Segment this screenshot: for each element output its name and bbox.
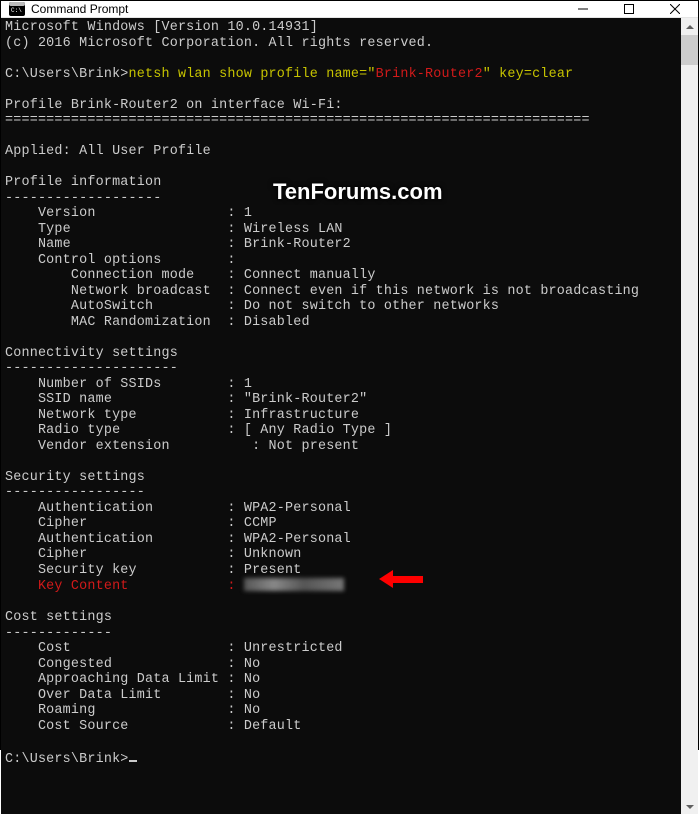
row-appr: Approaching Data Limit : No	[5, 672, 260, 687]
watermark-text: TenForums.com	[273, 184, 443, 200]
row-auth1: Authentication : WPA2-Personal	[5, 501, 351, 516]
command-prompt-window: C:\ Command Prompt Microsoft Windows [Ve…	[1, 1, 698, 749]
titlebar[interactable]: C:\ Command Prompt	[1, 1, 698, 18]
row-name: Name : Brink-Router2	[5, 237, 351, 252]
vertical-scrollbar[interactable]	[681, 18, 698, 814]
section-title-cost: Cost settings	[5, 610, 112, 625]
command-text-2: " key=clear	[483, 67, 574, 82]
terminal-output[interactable]: Microsoft Windows [Version 10.0.14931] (…	[1, 18, 681, 814]
dash-line: -------------------	[5, 191, 161, 206]
cursor	[129, 750, 137, 762]
close-button[interactable]	[652, 1, 698, 17]
row-net-type: Network type : Infrastructure	[5, 408, 359, 423]
prompt-path-2: C:\Users\Brink>	[5, 752, 129, 767]
scrollbar-track[interactable]	[681, 35, 698, 799]
row-key-content-label: Key Content :	[5, 579, 244, 594]
arrow-head-icon	[379, 570, 393, 588]
row-roaming: Roaming : No	[5, 703, 260, 718]
section-title-security: Security settings	[5, 470, 145, 485]
row-congested: Congested : No	[5, 657, 260, 672]
row-conn-mode: Connection mode : Connect manually	[5, 268, 376, 283]
section-title-connectivity: Connectivity settings	[5, 346, 178, 361]
row-radio: Radio type : [ Any Radio Type ]	[5, 423, 392, 438]
row-cipher1: Cipher : CCMP	[5, 516, 277, 531]
section-title-profile-info: Profile information	[5, 175, 161, 190]
prompt-path: C:\Users\Brink>	[5, 67, 129, 82]
row-source: Cost Source : Default	[5, 719, 302, 734]
applied-line: Applied: All User Profile	[5, 144, 211, 159]
row-autoswitch: AutoSwitch : Do not switch to other netw…	[5, 299, 499, 314]
row-control: Control options :	[5, 253, 236, 268]
window-controls	[560, 1, 698, 17]
key-content-value-blurred	[244, 578, 344, 591]
dash-line: ---------------------	[5, 361, 178, 376]
window-title: Command Prompt	[31, 2, 560, 16]
profile-header: Profile Brink-Router2 on interface Wi-Fi…	[5, 98, 343, 113]
command-profile-name: Brink-Router2	[376, 67, 483, 82]
row-cost: Cost : Unrestricted	[5, 641, 343, 656]
divider-line: ========================================…	[5, 113, 590, 128]
maximize-button[interactable]	[606, 1, 652, 17]
scrollbar-thumb[interactable]	[681, 35, 698, 65]
command-text-1: netsh wlan show profile name="	[129, 67, 376, 82]
row-vendor: Vendor extension : Not present	[5, 439, 359, 454]
arrow-line	[393, 576, 423, 583]
row-mac: MAC Randomization : Disabled	[5, 315, 310, 330]
row-broadcast: Network broadcast : Connect even if this…	[5, 284, 639, 299]
row-num-ssid: Number of SSIDs : 1	[5, 377, 252, 392]
row-seckey: Security key : Present	[5, 563, 302, 578]
os-version-line: Microsoft Windows [Version 10.0.14931]	[5, 20, 318, 35]
cmd-icon: C:\	[9, 1, 25, 17]
svg-text:C:\: C:\	[11, 7, 22, 14]
annotation-arrow	[379, 570, 423, 588]
scroll-down-button[interactable]	[681, 799, 698, 814]
copyright-line: (c) 2016 Microsoft Corporation. All righ…	[5, 36, 433, 51]
row-cipher2: Cipher : Unknown	[5, 547, 302, 562]
dash-line: -----------------	[5, 485, 145, 500]
row-type: Type : Wireless LAN	[5, 222, 343, 237]
terminal-area: Microsoft Windows [Version 10.0.14931] (…	[1, 18, 698, 814]
minimize-button[interactable]	[560, 1, 606, 17]
row-version: Version : 1	[5, 206, 252, 221]
scroll-up-button[interactable]	[681, 18, 698, 35]
row-auth2: Authentication : WPA2-Personal	[5, 532, 351, 547]
row-ssid: SSID name : "Brink-Router2"	[5, 392, 367, 407]
row-over: Over Data Limit : No	[5, 688, 260, 703]
dash-line: -------------	[5, 626, 112, 641]
